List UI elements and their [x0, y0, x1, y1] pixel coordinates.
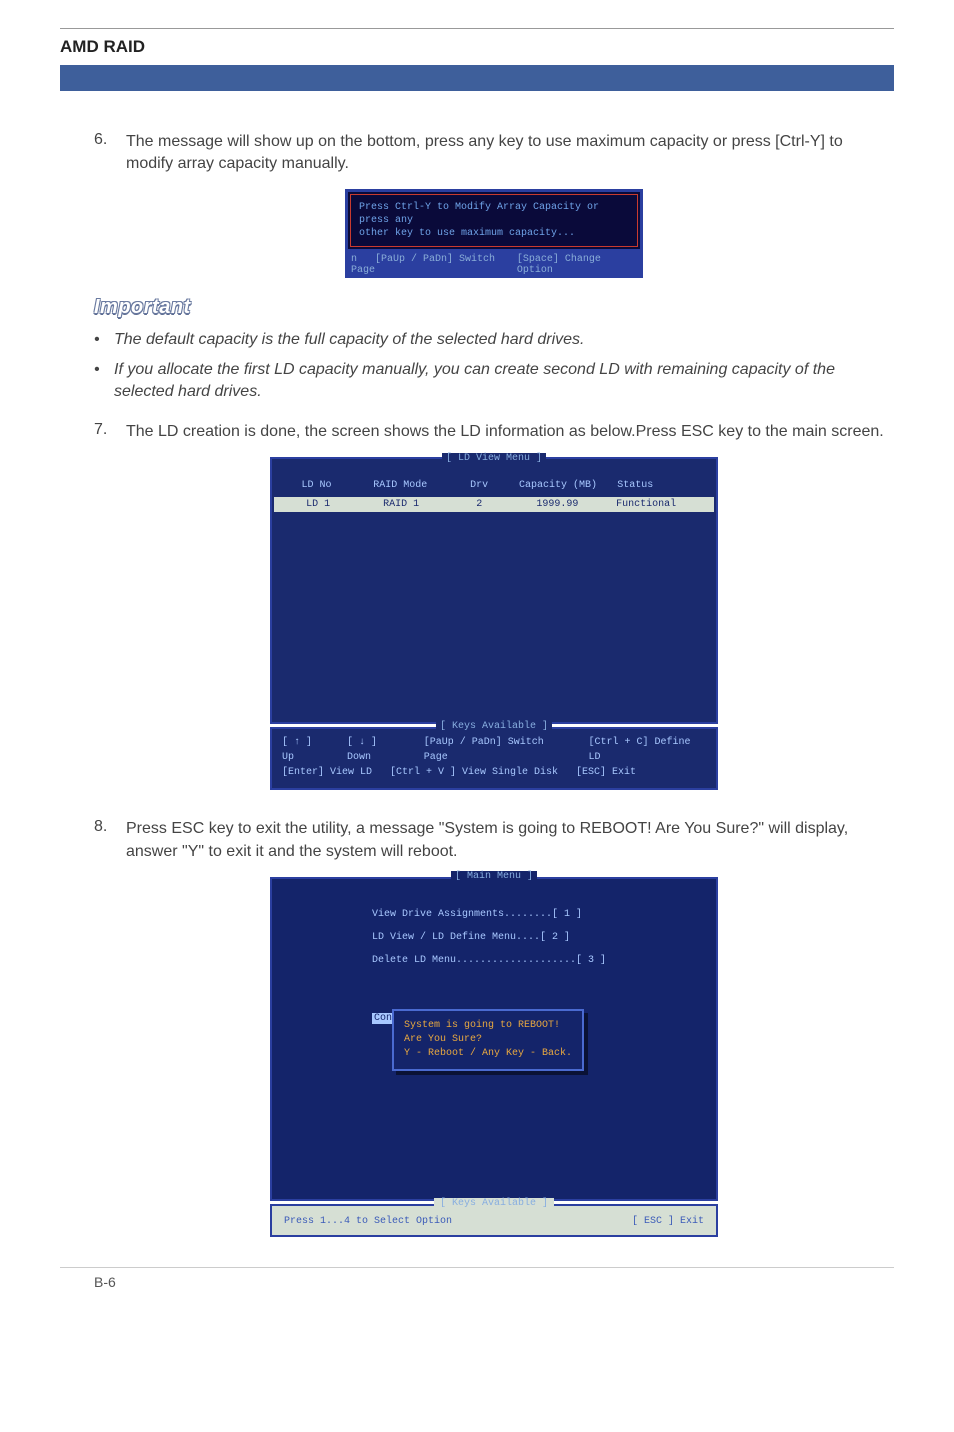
ldview-key-up: [ ↑ ] Up — [282, 735, 329, 765]
ldview-key-exit: [ESC] Exit — [576, 765, 636, 780]
ss1-line1: Press Ctrl-Y to Modify Array Capacity or… — [359, 201, 629, 227]
mainmenu-keys-exit: [ ESC ] Exit — [632, 1216, 704, 1227]
reboot-dialog: System is going to REBOOT! Are You Sure?… — [392, 1009, 584, 1071]
bullet-2-text: If you allocate the first LD capacity ma… — [114, 359, 894, 403]
reboot-dialog-line3: Y - Reboot / Any Key - Back. — [404, 1047, 572, 1061]
mainmenu-keys-select: Press 1...4 to Select Option — [284, 1216, 452, 1227]
ldview-key-down: [ ↓ ] Down — [347, 735, 406, 765]
bullet-1-text: The default capacity is the full capacit… — [114, 329, 584, 351]
step-8-text: Press ESC key to exit the utility, a mes… — [126, 818, 894, 862]
mainmenu-title: [ Main Menu ] — [451, 871, 537, 882]
bullet-1: • The default capacity is the full capac… — [94, 329, 894, 351]
ldview-row1-status: Functional — [606, 499, 704, 510]
main-menu-screenshot: [ Main Menu ] View Drive Assignments....… — [270, 877, 718, 1237]
mainmenu-keys-title: [ Keys Available ] — [434, 1198, 554, 1209]
ldview-row1-raidmode: RAID 1 — [352, 499, 450, 510]
step-6-text: The message will show up on the bottom, … — [126, 131, 894, 175]
ldview-title: [ LD View Menu ] — [442, 453, 546, 464]
mainmenu-item-3: Delete LD Menu....................[ 3 ] — [372, 955, 698, 966]
step-7-number: 7. — [94, 421, 126, 443]
bullet-2: • If you allocate the first LD capacity … — [94, 359, 894, 403]
ldview-row1-capacity: 1999.99 — [509, 499, 607, 510]
ldview-key-viewld: [Enter] View LD — [282, 765, 372, 780]
step-7: 7. The LD creation is done, the screen s… — [94, 421, 894, 443]
ldview-header-status: Status — [607, 480, 706, 491]
step-8: 8. Press ESC key to exit the utility, a … — [94, 818, 894, 862]
mainmenu-item-1: View Drive Assignments........[ 1 ] — [372, 909, 698, 920]
ldview-key-switchpage: [PaUp / PaDn] Switch Page — [424, 735, 571, 765]
important-heading: Important — [94, 296, 894, 319]
reboot-dialog-line2: Are You Sure? — [404, 1033, 572, 1047]
ss1-foot-n: n — [351, 254, 357, 265]
header-divider — [68, 65, 894, 91]
ss1-line2: other key to use maximum capacity... — [359, 227, 629, 240]
modify-capacity-screenshot: Press Ctrl-Y to Modify Array Capacity or… — [345, 189, 643, 278]
step-6-number: 6. — [94, 131, 126, 175]
page-header-title: AMD RAID — [60, 29, 894, 65]
ldview-header-drv: Drv — [450, 480, 509, 491]
ldview-header-ldno: LD No — [282, 480, 351, 491]
ldview-keys-title: [ Keys Available ] — [436, 721, 552, 732]
mainmenu-con-fragment: Con — [372, 1013, 394, 1024]
ldview-header-raidmode: RAID Mode — [351, 480, 450, 491]
ss1-foot-left: [PaUp / PaDn] Switch Page — [351, 254, 495, 276]
reboot-dialog-line1: System is going to REBOOT! — [404, 1019, 572, 1033]
page-number: B-6 — [60, 1274, 894, 1290]
ldview-key-defineld: [Ctrl + C] Define LD — [589, 735, 706, 765]
step-7-text: The LD creation is done, the screen show… — [126, 421, 884, 443]
ss1-foot-right: [Space] Change Option — [517, 254, 637, 276]
ldview-key-viewsingle: [Ctrl + V ] View Single Disk — [390, 765, 558, 780]
ldview-header-capacity: Capacity (MB) — [509, 480, 608, 491]
step-8-number: 8. — [94, 818, 126, 862]
ld-view-menu-screenshot: [ LD View Menu ] LD No RAID Mode Drv Cap… — [270, 457, 718, 790]
mainmenu-item-2: LD View / LD Define Menu....[ 2 ] — [372, 932, 698, 943]
ldview-row1-ldno: LD 1 — [284, 499, 352, 510]
step-6: 6. The message will show up on the botto… — [94, 131, 894, 175]
ldview-row1-drv: 2 — [450, 499, 509, 510]
